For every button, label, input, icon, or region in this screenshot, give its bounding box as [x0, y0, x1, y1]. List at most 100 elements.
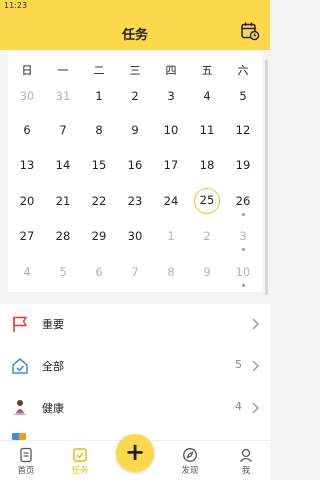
folder-icon [12, 433, 26, 440]
tab-tasks[interactable]: 任务 [60, 445, 100, 479]
add-task-button[interactable]: + [116, 434, 154, 472]
calendar-day[interactable]: 7 [117, 259, 153, 287]
tab-me[interactable]: 我 [226, 445, 266, 479]
calendar-day[interactable]: 23 [117, 188, 153, 216]
calendar-day-number: 8 [167, 265, 175, 279]
scrollbar[interactable] [265, 60, 268, 295]
calendar-day-number: 5 [239, 89, 247, 103]
list-item-important[interactable]: 重要 [0, 304, 270, 344]
calendar-day-number: 2 [203, 229, 211, 243]
chevron-right-icon [252, 360, 259, 372]
page-title: 任务 [121, 28, 148, 43]
calendar-day-number: 18 [199, 158, 215, 172]
calendar-day[interactable]: 1 [81, 83, 117, 111]
calendar-day-number: 26 [235, 194, 251, 208]
list-item-all[interactable]: 全部 5 [0, 346, 270, 386]
weekday-label: 二 [93, 64, 105, 77]
weekday-label: 三 [129, 64, 141, 77]
calendar-day-number: 23 [127, 194, 143, 208]
calendar-day[interactable]: 30 [9, 83, 45, 111]
calendar-clock-icon[interactable] [240, 21, 260, 41]
calendar-day[interactable]: 4 [9, 259, 45, 287]
list-item-label: 健康 [42, 402, 64, 415]
calendar-day[interactable]: 3 [225, 223, 261, 251]
calendar-day-number: 20 [19, 194, 35, 208]
tab-home[interactable]: 首页 [6, 445, 46, 479]
calendar-day[interactable]: 2 [189, 223, 225, 251]
calendar-day[interactable]: 10 [153, 117, 189, 145]
calendar-day-number: 8 [95, 123, 103, 137]
calendar-day-number: 30 [127, 229, 143, 243]
task-indicator-dot [241, 213, 245, 216]
calendar-day-number: 10 [163, 123, 179, 137]
calendar-day[interactable]: 9 [189, 259, 225, 287]
task-check-icon [73, 448, 87, 462]
calendar-day-today[interactable]: 25 [189, 188, 225, 216]
calendar-day-number: 11 [199, 123, 215, 137]
calendar-day[interactable]: 5 [45, 259, 81, 287]
calendar-day[interactable]: 9 [117, 117, 153, 145]
calendar-day[interactable]: 1 [153, 223, 189, 251]
calendar-day[interactable]: 2 [117, 83, 153, 111]
calendar-day[interactable]: 27 [9, 223, 45, 251]
calendar-day[interactable]: 3 [153, 83, 189, 111]
list-item-count: 4 [235, 400, 242, 413]
app-bar: 任务 [0, 14, 270, 50]
flag-icon [13, 316, 27, 332]
calendar-day-number: 1 [95, 89, 103, 103]
calendar-day[interactable]: 12 [225, 117, 261, 145]
calendar-day-number: 17 [163, 158, 179, 172]
calendar-day[interactable]: 31 [45, 83, 81, 111]
task-indicator-dot [241, 248, 245, 251]
calendar-day[interactable]: 6 [9, 117, 45, 145]
calendar-day[interactable]: 17 [153, 152, 189, 180]
calendar-day[interactable]: 8 [153, 259, 189, 287]
calendar-day[interactable]: 8 [81, 117, 117, 145]
calendar-day-number: 13 [19, 158, 35, 172]
list-item-health[interactable]: 健康 4 [0, 388, 270, 428]
calendar-day-number: 15 [91, 158, 107, 172]
calendar-day[interactable]: 14 [45, 152, 81, 180]
calendar-day[interactable]: 5 [225, 83, 261, 111]
month-calendar: 日一二三四五六 30 31 1 2 3 4 5 6 7 8 9 10 11 12 13 14 15 16 17 18 1… [8, 52, 262, 292]
calendar-day[interactable]: 28 [45, 223, 81, 251]
calendar-day-number: 3 [167, 89, 175, 103]
calendar-day-number: 21 [55, 194, 71, 208]
calendar-day[interactable]: 11 [189, 117, 225, 145]
calendar-day-number: 24 [163, 194, 179, 208]
weekday-header: 日一二三四五六 [8, 62, 262, 78]
calendar-day-number: 28 [55, 229, 71, 243]
plus-icon: + [124, 438, 146, 466]
calendar-day-number: 4 [203, 89, 211, 103]
tab-label: 发现 [181, 466, 199, 476]
tab-label: 我 [241, 466, 251, 476]
calendar-day[interactable]: 26 [225, 188, 261, 216]
meditation-icon [13, 400, 27, 415]
calendar-day[interactable]: 4 [189, 83, 225, 111]
tab-label: 首页 [17, 466, 35, 476]
calendar-day[interactable]: 18 [189, 152, 225, 180]
list-item-label: 重要 [42, 318, 64, 331]
profile-icon [240, 448, 252, 462]
calendar-day[interactable]: 16 [117, 152, 153, 180]
calendar-day-number: 10 [235, 265, 251, 279]
calendar-day[interactable]: 13 [9, 152, 45, 180]
calendar-day[interactable]: 10 [225, 259, 261, 287]
calendar-day-number: 9 [131, 123, 139, 137]
calendar-day[interactable]: 29 [81, 223, 117, 251]
calendar-day[interactable]: 24 [153, 188, 189, 216]
calendar-day[interactable]: 20 [9, 188, 45, 216]
weekday-label: 一 [57, 64, 69, 77]
calendar-day[interactable]: 15 [81, 152, 117, 180]
calendar-day[interactable]: 6 [81, 259, 117, 287]
tab-label: 任务 [71, 466, 89, 476]
calendar-day[interactable]: 21 [45, 188, 81, 216]
calendar-day[interactable]: 7 [45, 117, 81, 145]
calendar-day-number: 5 [59, 265, 67, 279]
tab-discover[interactable]: 发现 [170, 445, 210, 479]
calendar-day-number: 4 [23, 265, 31, 279]
calendar-day[interactable]: 19 [225, 152, 261, 180]
calendar-day[interactable]: 22 [81, 188, 117, 216]
calendar-day[interactable]: 30 [117, 223, 153, 251]
calendar-day-number: 6 [95, 265, 103, 279]
